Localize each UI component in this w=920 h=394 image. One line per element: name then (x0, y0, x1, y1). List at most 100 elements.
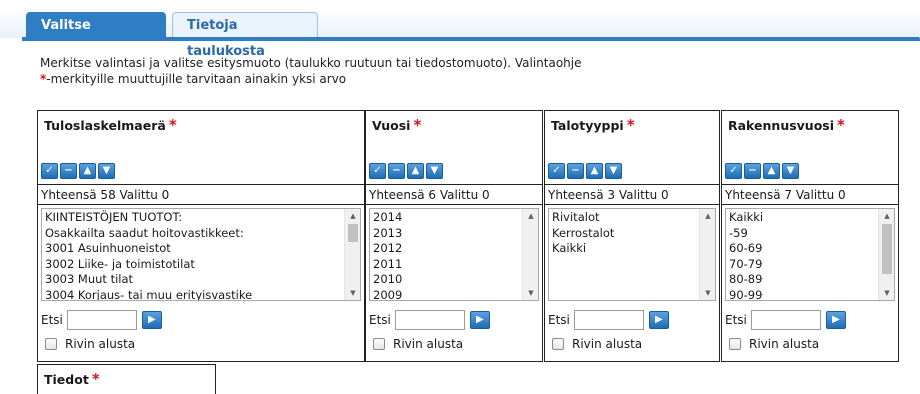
scrollbar[interactable]: ▲ ▼ (878, 209, 894, 300)
values-listbox[interactable]: KIINTEISTÖJEN TUOTOT: Osakkailta saadut … (41, 208, 361, 301)
scroll-down-icon[interactable]: ▼ (523, 286, 538, 300)
values-listbox[interactable]: Rivitalot Kerrostalot Kaikki ▲ ▼ (548, 208, 716, 301)
search-input[interactable] (66, 310, 137, 330)
list-item[interactable]: Rivitalot (552, 210, 696, 226)
variable-panel-rakennusvuosi: Rakennusvuosi * ✓ − ▲ ▼ Yhteensä 7 Valitt… (721, 110, 899, 362)
list-item[interactable]: 2012 (373, 241, 519, 257)
scroll-up-icon[interactable]: ▲ (345, 209, 360, 223)
scroll-down-icon[interactable]: ▼ (700, 286, 715, 300)
scrollbar[interactable]: ▲ ▼ (522, 209, 538, 300)
list-item[interactable]: -59 (729, 226, 875, 242)
scroll-thumb[interactable] (882, 224, 892, 274)
search-input[interactable] (394, 310, 465, 330)
scroll-down-icon[interactable]: ▼ (879, 286, 894, 300)
list-item[interactable]: Osakkailta saadut hoitovastikkeet: (45, 226, 341, 242)
list-item[interactable]: 3004 Korjaus- tai muu erityisvastike (45, 288, 341, 301)
arrow-down-icon: ▼ (786, 165, 795, 176)
deselect-all-button[interactable]: − (388, 163, 405, 179)
search-input[interactable] (750, 310, 821, 330)
list-item[interactable]: 3003 Muut tilat (45, 272, 341, 288)
select-all-button[interactable]: ✓ (41, 163, 58, 179)
arrow-down-icon: ▼ (430, 165, 439, 176)
variable-toolbar: ✓ − ▲ ▼ (41, 163, 115, 179)
scroll-up-icon[interactable]: ▲ (879, 209, 894, 223)
select-all-button[interactable]: ✓ (548, 163, 565, 179)
instructions-line2: *-merkityille muuttujille tarvitaan aina… (40, 71, 582, 87)
selection-count: Yhteensä 6 Valittu 0 (366, 184, 542, 205)
scrollbar[interactable]: ▲ ▼ (699, 209, 715, 300)
values-listbox[interactable]: Kaikki -59 60-69 70-79 80-89 90-99 ▲ ▼ (725, 208, 895, 301)
scrollbar[interactable]: ▲ ▼ (344, 209, 360, 300)
list-item[interactable]: 90-99 (729, 288, 875, 301)
minus-icon: − (571, 165, 580, 176)
required-mark: * (168, 116, 177, 134)
sort-up-button[interactable]: ▲ (586, 163, 603, 179)
scroll-down-icon[interactable]: ▼ (345, 286, 360, 300)
list-item[interactable]: 2013 (373, 226, 519, 242)
arrow-right-icon: ▶ (148, 314, 156, 325)
values-listbox[interactable]: 2014 2013 2012 2011 2010 2009 ▲ ▼ (369, 208, 539, 301)
begin-of-row-checkbox[interactable] (552, 338, 564, 350)
minus-icon: − (392, 165, 401, 176)
variable-panel-vuosi: Vuosi * ✓ − ▲ ▼ Yhteensä 6 Valittu 0 2014… (365, 110, 543, 362)
list-item[interactable]: KIINTEISTÖJEN TUOTOT: (45, 210, 341, 226)
begin-of-row-option[interactable]: Rivin alusta (729, 337, 819, 351)
begin-of-row-checkbox[interactable] (45, 338, 57, 350)
check-icon: ✓ (373, 165, 382, 176)
search-go-button[interactable]: ▶ (648, 311, 669, 329)
tab-bar: Valitse muuttujat Tietoja taulukosta (0, 0, 920, 59)
begin-of-row-checkbox[interactable] (729, 338, 741, 350)
minus-icon: − (748, 165, 757, 176)
select-all-button[interactable]: ✓ (725, 163, 742, 179)
begin-of-row-checkbox[interactable] (373, 338, 385, 350)
list-item[interactable]: Kaikki (729, 210, 875, 226)
required-mark: * (413, 116, 422, 134)
tab-table-info[interactable]: Tietoja taulukosta (172, 12, 318, 59)
list-item[interactable]: 3001 Asuinhuoneistot (45, 241, 341, 257)
search-label: Etsi (41, 313, 63, 327)
sort-down-button[interactable]: ▼ (426, 163, 443, 179)
instructions-line1: Merkitse valintasi ja valitse esitysmuot… (40, 56, 582, 70)
list-item[interactable]: Kerrostalot (552, 226, 696, 242)
deselect-all-button[interactable]: − (744, 163, 761, 179)
list-item[interactable]: Kaikki (552, 241, 696, 257)
deselect-all-button[interactable]: − (60, 163, 77, 179)
select-all-button[interactable]: ✓ (369, 163, 386, 179)
arrow-down-icon: ▼ (609, 165, 618, 176)
list-item[interactable]: 2011 (373, 257, 519, 273)
sort-up-button[interactable]: ▲ (763, 163, 780, 179)
list-item[interactable]: 60-69 (729, 241, 875, 257)
deselect-all-button[interactable]: − (567, 163, 584, 179)
search-label: Etsi (725, 313, 747, 327)
scroll-thumb[interactable] (348, 224, 358, 242)
sort-up-button[interactable]: ▲ (407, 163, 424, 179)
search-go-button[interactable]: ▶ (469, 311, 490, 329)
selection-count: Yhteensä 7 Valittu 0 (722, 184, 898, 205)
tab-select-variables[interactable]: Valitse muuttujat (26, 12, 166, 59)
arrow-up-icon: ▲ (411, 165, 420, 176)
list-item[interactable]: 3002 Liike- ja toimistotilat (45, 257, 341, 273)
list-item[interactable]: 2010 (373, 272, 519, 288)
search-go-button[interactable]: ▶ (141, 311, 162, 329)
search-go-button[interactable]: ▶ (825, 311, 846, 329)
list-item[interactable]: 2014 (373, 210, 519, 226)
list-item[interactable]: 80-89 (729, 272, 875, 288)
begin-of-row-option[interactable]: Rivin alusta (45, 337, 135, 351)
search-label: Etsi (548, 313, 570, 327)
list-item[interactable]: 2009 (373, 288, 519, 301)
list-item[interactable]: 70-79 (729, 257, 875, 273)
arrow-right-icon: ▶ (655, 314, 663, 325)
instructions: Merkitse valintasi ja valitse esitysmuot… (40, 55, 582, 87)
sort-down-button[interactable]: ▼ (782, 163, 799, 179)
sort-down-button[interactable]: ▼ (605, 163, 622, 179)
begin-of-row-label: Rivin alusta (572, 337, 643, 351)
sort-down-button[interactable]: ▼ (98, 163, 115, 179)
search-input[interactable] (573, 310, 644, 330)
sort-up-button[interactable]: ▲ (79, 163, 96, 179)
variable-title: Vuosi (372, 118, 411, 133)
begin-of-row-option[interactable]: Rivin alusta (373, 337, 463, 351)
scroll-up-icon[interactable]: ▲ (700, 209, 715, 223)
begin-of-row-option[interactable]: Rivin alusta (552, 337, 642, 351)
scroll-up-icon[interactable]: ▲ (523, 209, 538, 223)
variable-panel-talotyyppi: Talotyyppi * ✓ − ▲ ▼ Yhteensä 3 Valittu 0… (544, 110, 720, 362)
